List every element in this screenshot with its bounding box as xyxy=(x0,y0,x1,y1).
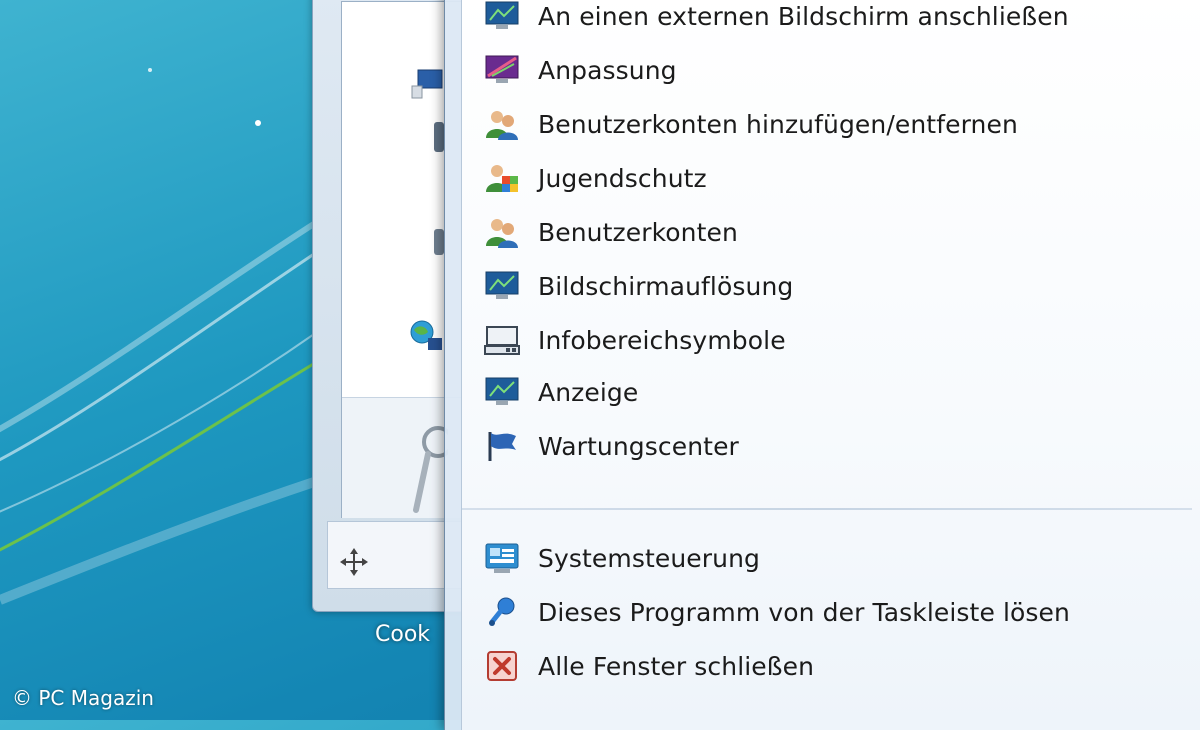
monitor-icon xyxy=(482,372,522,412)
close-window-icon xyxy=(482,646,522,686)
move-icon xyxy=(340,548,368,576)
network-icon xyxy=(410,320,442,350)
task-parental-controls[interactable]: Jugendschutz xyxy=(482,156,1182,200)
flag-icon xyxy=(482,426,522,466)
task-add-remove-user-accounts[interactable]: Benutzerkonten hinzufügen/entfernen xyxy=(482,102,1182,146)
task-display[interactable]: Anzeige xyxy=(482,370,1182,414)
task-action-center[interactable]: Wartungscenter xyxy=(482,424,1182,468)
unpin-icon xyxy=(482,592,522,632)
task-personalization[interactable]: Anpassung xyxy=(482,48,1182,92)
computer-icon xyxy=(411,69,443,99)
item-unpin-from-taskbar[interactable]: Dieses Programm von der Taskleiste lösen xyxy=(482,590,1182,634)
monitor-icon xyxy=(482,266,522,306)
task-screen-resolution[interactable]: Bildschirmauflösung xyxy=(482,264,1182,308)
task-connect-external-display[interactable]: An einen externen Bildschirm anschließen xyxy=(482,0,1182,38)
item-close-all-windows[interactable]: Alle Fenster schließen xyxy=(482,644,1182,688)
control-panel-icon xyxy=(482,538,522,578)
monitor-icon xyxy=(482,0,522,36)
copyright-watermark: © PC Magazin xyxy=(12,686,154,710)
task-user-accounts[interactable]: Benutzerkonten xyxy=(482,210,1182,254)
notification-area-icon xyxy=(482,320,522,360)
magnifier-icon xyxy=(413,426,448,513)
users-icon xyxy=(482,104,522,144)
personalization-icon xyxy=(482,50,522,90)
users-icon xyxy=(482,212,522,252)
task-notification-area-icons[interactable]: Infobereichsymbole xyxy=(482,318,1182,362)
parental-control-icon xyxy=(482,158,522,198)
jump-list-separator xyxy=(462,508,1192,510)
background-window-caption: Cook xyxy=(375,622,431,647)
item-control-panel[interactable]: Systemsteuerung xyxy=(482,536,1182,580)
